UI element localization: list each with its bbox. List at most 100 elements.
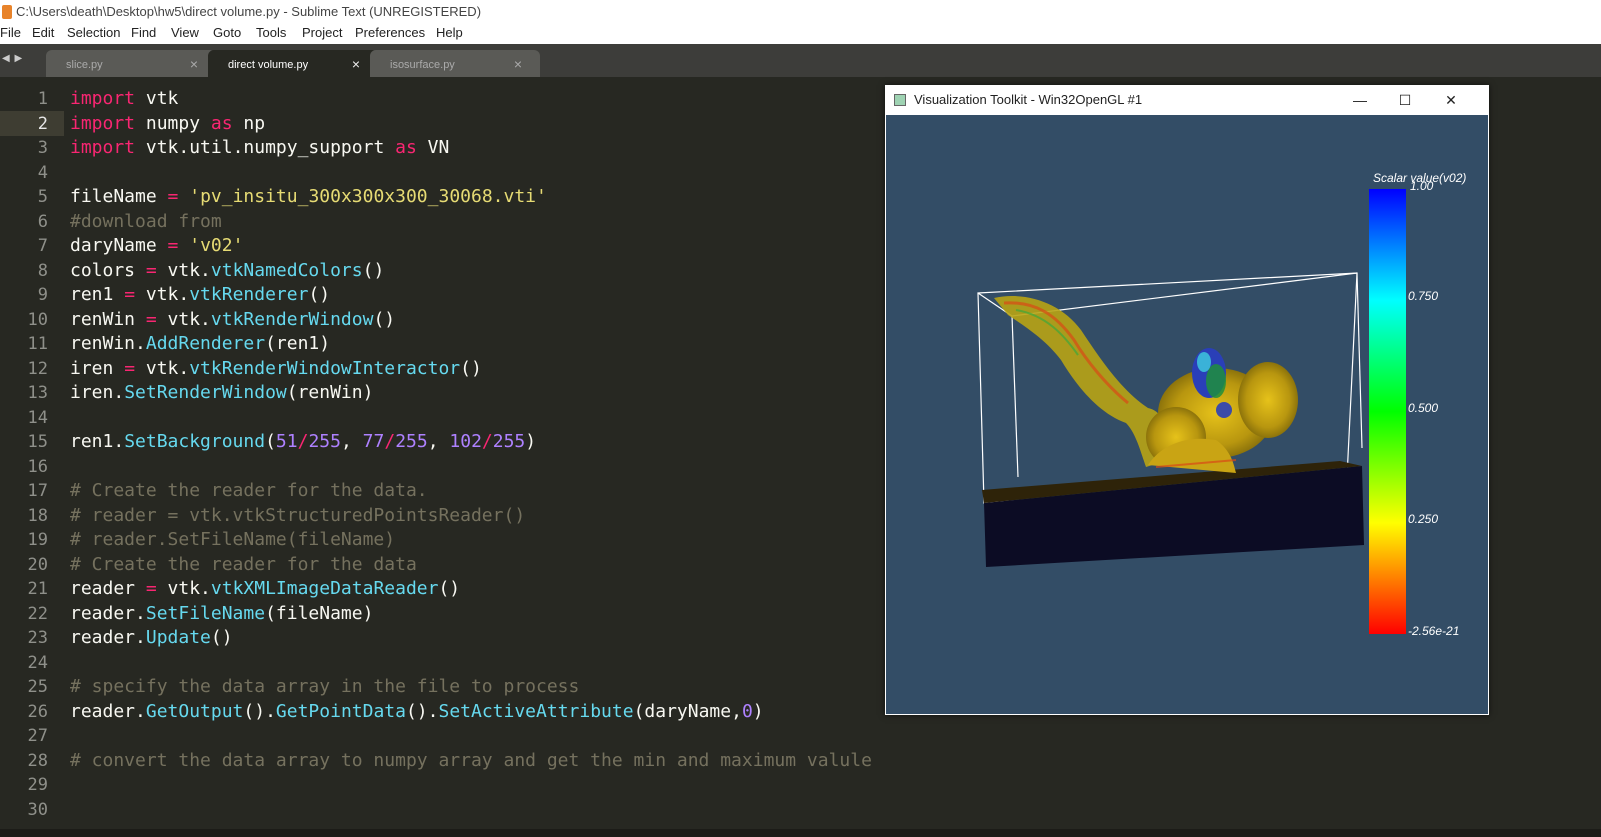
close-icon[interactable]: ×: [190, 56, 198, 72]
code-token: # reader = vtk.vtkStructuredPointsReader…: [70, 504, 526, 526]
line-number: 10: [27, 309, 48, 330]
code-token: vtkRenderWindowInteractor: [189, 357, 461, 379]
code-line[interactable]: # convert the data array to numpy array …: [70, 749, 1600, 774]
tab-bar: ◀ ▶ slice.py × direct volume.py × isosur…: [0, 44, 1601, 77]
code-line[interactable]: [70, 798, 1600, 823]
code-token: # Create the reader for the data.: [70, 480, 428, 501]
code-token: vtk.: [156, 259, 211, 281]
code-token: 102: [449, 431, 482, 452]
tab-nav-arrows-icon[interactable]: ◀ ▶: [2, 53, 23, 64]
line-number: 21: [27, 579, 48, 599]
close-icon[interactable]: ✕: [1431, 87, 1471, 113]
code-token: 255: [492, 431, 526, 452]
line-number: 9: [37, 285, 48, 305]
line-number: 6: [37, 211, 48, 232]
code-token: vtkXMLImageDataReader: [210, 578, 439, 599]
menu-find[interactable]: Find: [131, 25, 156, 40]
scalar-bar-label: 0.250: [1408, 512, 1438, 526]
tab-isosurface[interactable]: isosurface.py ×: [370, 50, 540, 77]
close-icon[interactable]: ×: [514, 56, 522, 72]
code-token: ,: [340, 431, 363, 452]
scalar-bar: Scalar value(v02) 1.00 0.750 0.500 0.250…: [1369, 171, 1466, 638]
line-number: 2: [37, 113, 48, 134]
menu-edit[interactable]: Edit: [32, 25, 54, 40]
code-token: ren1: [70, 284, 125, 305]
tab-label: isosurface.py: [390, 59, 455, 71]
code-token: (: [265, 431, 276, 452]
tab-label: direct volume.py: [228, 59, 309, 71]
line-number: 24: [27, 652, 48, 673]
tab-direct-volume[interactable]: direct volume.py ×: [208, 50, 378, 77]
menu-goto[interactable]: Goto: [213, 25, 241, 40]
code-token: renWin: [70, 308, 146, 330]
menu-preferences[interactable]: Preferences: [355, 25, 425, 40]
line-number: 11: [27, 334, 48, 354]
line-number: 30: [27, 799, 48, 820]
line-number: 7: [37, 236, 48, 256]
code-token: 'pv_insitu_300x300x300_30068.vti': [189, 186, 547, 207]
code-token: (daryName,: [633, 700, 742, 722]
code-token: colors: [70, 259, 146, 281]
menu-help[interactable]: Help: [436, 25, 463, 40]
horizontal-scrollbar[interactable]: [0, 829, 1601, 837]
vtk-render-window[interactable]: Visualization Toolkit - Win32OpenGL #1 —…: [885, 85, 1489, 715]
line-number: 4: [37, 162, 48, 183]
code-token: fileName: [70, 186, 168, 207]
code-token: =: [145, 578, 157, 599]
code-token: import: [70, 137, 136, 158]
title-bar: C:\Users\death\Desktop\hw5\direct volume…: [0, 0, 1601, 24]
scalar-bar-label: -2.56e-21: [1408, 624, 1459, 638]
line-number: 1: [37, 89, 48, 109]
menu-file[interactable]: File: [0, 25, 21, 40]
close-icon[interactable]: ×: [352, 56, 360, 72]
scalar-bar-label: 1.00: [1410, 179, 1434, 193]
line-number: 28: [27, 750, 48, 771]
window-title: C:\Users\death\Desktop\hw5\direct volume…: [16, 4, 482, 19]
code-token: import: [70, 88, 136, 109]
code-token: vtk.: [156, 578, 211, 599]
line-number: 8: [37, 260, 48, 281]
code-token: # reader.SetFileName(fileName): [70, 529, 396, 550]
scalar-bar-label: 0.500: [1408, 401, 1438, 415]
code-token: # specify the data array in the file to …: [70, 676, 580, 697]
code-line[interactable]: [70, 773, 1600, 798]
line-number: 16: [27, 456, 48, 477]
code-token: (renWin): [286, 382, 374, 403]
vtk-viewport[interactable]: Scalar value(v02) 1.00 0.750 0.500 0.250…: [886, 115, 1488, 714]
line-number: 25: [27, 677, 48, 697]
scalar-bar-label: 0.750: [1408, 289, 1438, 303]
maximize-icon[interactable]: ☐: [1385, 87, 1425, 113]
code-token: reader.: [70, 627, 146, 648]
code-token: reader.: [70, 602, 146, 624]
code-token: daryName: [70, 235, 168, 256]
volume-plume: [994, 296, 1298, 473]
code-token: SetRenderWindow: [124, 382, 287, 403]
code-token: vtk.: [156, 308, 211, 330]
line-number: 13: [27, 383, 48, 403]
code-token: Update: [145, 627, 211, 648]
code-token: 77: [362, 431, 385, 452]
minimize-icon[interactable]: —: [1340, 87, 1380, 113]
tab-slice[interactable]: slice.py ×: [46, 50, 216, 77]
vtk-title-bar[interactable]: Visualization Toolkit - Win32OpenGL #1 —…: [885, 85, 1489, 115]
code-token: ().: [405, 700, 439, 722]
code-token: 0: [741, 700, 753, 722]
code-token: =: [124, 284, 136, 305]
menu-selection[interactable]: Selection: [67, 25, 120, 40]
code-token: as: [210, 112, 233, 134]
line-number: 27: [27, 726, 48, 746]
code-token: iren: [70, 357, 125, 379]
code-token: AddRenderer: [145, 333, 266, 354]
menu-project[interactable]: Project: [302, 25, 342, 40]
code-line[interactable]: [70, 724, 1600, 749]
code-token: ().: [243, 700, 276, 722]
menu-view[interactable]: View: [171, 25, 199, 40]
code-token: VN: [416, 137, 450, 158]
vtk-window-title: Visualization Toolkit - Win32OpenGL #1: [914, 92, 1143, 107]
code-token: vtk: [135, 88, 179, 109]
code-token: =: [124, 357, 136, 379]
line-number: 18: [27, 505, 48, 526]
code-token: ): [752, 700, 764, 722]
line-number: 15: [27, 432, 48, 452]
menu-tools[interactable]: Tools: [256, 25, 286, 40]
